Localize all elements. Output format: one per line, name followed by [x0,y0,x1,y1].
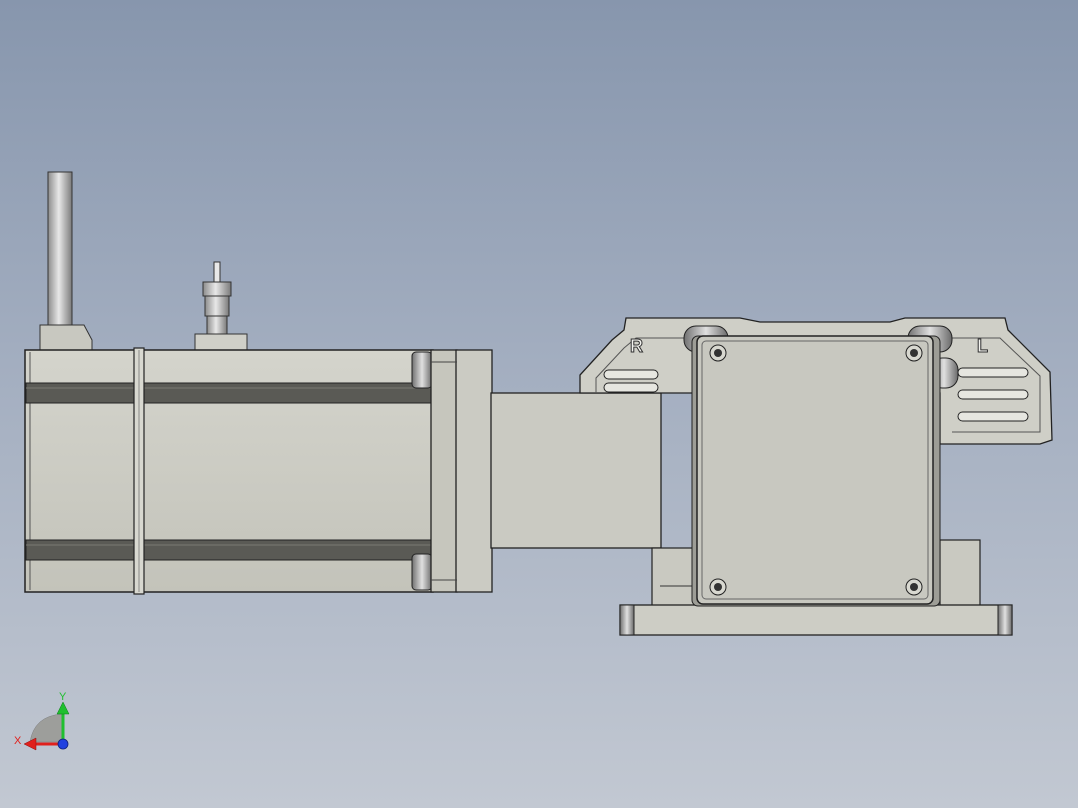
slot-left-1 [603,369,659,380]
slot-right-2 [957,389,1029,400]
lower-block [939,539,981,607]
base-plate-end-left [619,604,635,636]
triad-plane-icon [29,713,63,743]
cover-screw-top-left [709,344,727,362]
motor-flange [430,349,458,593]
slot-left-2 [603,382,659,393]
cover-screw-bottom-left [709,578,727,596]
cover-screw-bottom-right [905,578,923,596]
slot-right-3 [957,411,1029,422]
motor-assembly[interactable] [24,171,493,595]
cad-viewport[interactable]: R L Y X [0,0,1078,808]
base-plate[interactable] [619,604,1013,636]
triad-y-arrow-icon [56,701,70,715]
cover-screw-top-right [905,344,923,362]
housing-neck [490,392,662,549]
label-r: R [630,336,643,356]
base-plate-end-right [997,604,1013,636]
triad-x-arrow-icon [23,737,37,751]
orientation-triad[interactable]: Y X [14,691,70,751]
lower-left-block [651,547,699,607]
flange-bolt-bottom [411,553,433,591]
motor-adapter [455,349,493,593]
motor-cable-base [39,324,93,351]
triad-y-label: Y [59,691,67,703]
motor-band-top [25,382,433,404]
slot-right-1 [957,367,1029,378]
triad-z-axis-icon [57,738,69,750]
motor-connector-nut [204,295,230,317]
motor-connector-pin [213,261,221,285]
gear-housing[interactable]: R L [490,317,1053,636]
model-view[interactable]: R L Y X [0,0,1078,808]
motor-connector-body [202,281,232,297]
motor-band-bottom [25,539,433,561]
triad-x-label: X [14,735,22,747]
label-l: L [977,336,988,356]
motor-connector-collar [206,315,228,335]
flange-bolt-top [411,351,433,389]
cover-plate[interactable] [696,335,934,605]
motor-cable-rod [47,171,73,328]
